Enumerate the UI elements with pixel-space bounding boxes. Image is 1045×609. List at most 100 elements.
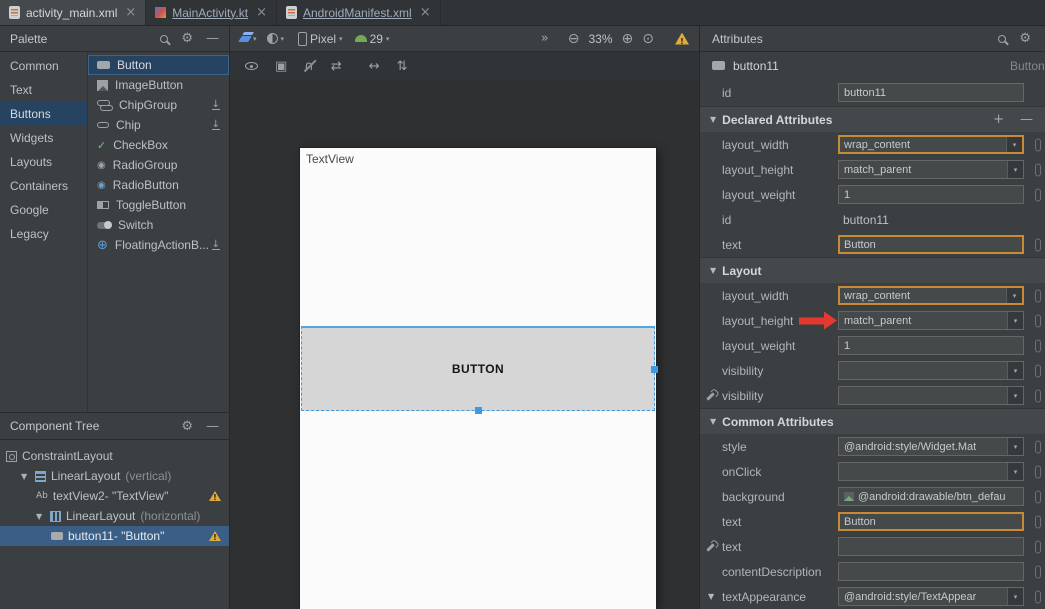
resize-handle-right[interactable] bbox=[651, 366, 658, 373]
tree-item-linearlayout[interactable]: ▼LinearLayout(horizontal) bbox=[0, 506, 229, 526]
palette-item-chip[interactable]: Chip↓ bbox=[88, 115, 229, 135]
palette-category-buttons[interactable]: Buttons bbox=[0, 102, 87, 126]
palette-item-togglebutton[interactable]: ToggleButton bbox=[88, 195, 229, 215]
palette-category-containers[interactable]: Containers bbox=[0, 174, 87, 198]
chevron-expanded-icon[interactable]: ▼ bbox=[21, 472, 30, 481]
horizontal-guideline-icon[interactable]: ↔ bbox=[369, 60, 380, 73]
editor-tab-mainactivity-kt[interactable]: MainActivity.kt× bbox=[146, 0, 277, 25]
vertical-guideline-icon[interactable]: ⇅ bbox=[397, 60, 408, 73]
attribute-field-layout-height[interactable]: match_parent▾ bbox=[838, 160, 1024, 179]
api-selector[interactable]: 29 ▾ bbox=[355, 32, 390, 46]
search-icon[interactable] bbox=[998, 35, 1006, 43]
chevron-expanded-icon[interactable]: ▼ bbox=[36, 512, 45, 521]
search-icon[interactable] bbox=[160, 35, 168, 43]
palette-category-text[interactable]: Text bbox=[0, 78, 87, 102]
id-field[interactable]: button11 bbox=[838, 83, 1024, 102]
combo-arrow-icon[interactable]: ▾ bbox=[1007, 588, 1023, 605]
view-options-icon[interactable] bbox=[245, 62, 258, 70]
resource-picker-icon[interactable] bbox=[1035, 515, 1041, 528]
gear-icon[interactable]: ⚙ bbox=[1019, 32, 1031, 45]
resource-picker-icon[interactable] bbox=[1035, 490, 1041, 503]
palette-item-checkbox[interactable]: ✓CheckBox bbox=[88, 135, 229, 155]
resource-picker-icon[interactable] bbox=[1035, 138, 1041, 151]
resource-picker-icon[interactable] bbox=[1035, 389, 1041, 402]
zoom-to-fit-icon[interactable]: ⊙ bbox=[642, 32, 654, 46]
palette-category-google[interactable]: Google bbox=[0, 198, 87, 222]
combo-arrow-icon[interactable]: ▾ bbox=[1006, 137, 1022, 152]
resize-handle-bottom[interactable] bbox=[475, 407, 482, 414]
attribute-field-layout-width[interactable]: wrap_content▾ bbox=[838, 286, 1024, 305]
tree-item-textview2-textview[interactable]: AbtextView2- "TextView" bbox=[0, 486, 229, 506]
tree-item-button11-button[interactable]: button11- "Button" bbox=[0, 526, 229, 546]
attribute-field-layout-weight[interactable]: 1 bbox=[838, 185, 1024, 204]
canvas-textview[interactable]: TextView bbox=[306, 152, 354, 166]
infer-constraints-icon[interactable]: ⇄ bbox=[331, 60, 342, 73]
palette-item-radiobutton[interactable]: ◉RadioButton bbox=[88, 175, 229, 195]
palette-category-widgets[interactable]: Widgets bbox=[0, 126, 87, 150]
combo-arrow-icon[interactable]: ▾ bbox=[1007, 438, 1023, 455]
resource-picker-icon[interactable] bbox=[1035, 465, 1041, 478]
editor-tab-activity-main-xml[interactable]: activity_main.xml× bbox=[0, 0, 146, 25]
attribute-field-background[interactable]: @android:drawable/btn_defau bbox=[838, 487, 1024, 506]
palette-item-chipgroup[interactable]: ChipGroup↓ bbox=[88, 95, 229, 115]
resource-picker-icon[interactable] bbox=[1035, 565, 1041, 578]
attribute-field-textappearance[interactable]: @android:style/TextAppear▾ bbox=[838, 587, 1024, 606]
resource-picker-icon[interactable] bbox=[1035, 339, 1041, 352]
attribute-field-text[interactable]: Button bbox=[838, 512, 1024, 531]
zoom-in-icon[interactable]: ⊕ bbox=[622, 32, 634, 46]
device-selector[interactable]: Pixel ▾ bbox=[298, 32, 343, 46]
attribute-field-onclick[interactable]: ▾ bbox=[838, 462, 1024, 481]
section-header-declared-attributes[interactable]: ▼Declared Attributes+— bbox=[700, 106, 1045, 132]
combo-arrow-icon[interactable]: ▾ bbox=[1006, 288, 1022, 303]
close-icon[interactable]: × bbox=[254, 6, 267, 19]
gear-icon[interactable]: ⚙ bbox=[181, 420, 193, 433]
resource-picker-icon[interactable] bbox=[1035, 314, 1041, 327]
palette-item-switch[interactable]: Switch bbox=[88, 215, 229, 235]
palette-item-button[interactable]: Button bbox=[88, 55, 229, 75]
attribute-field-layout-weight[interactable]: 1 bbox=[838, 336, 1024, 355]
resource-picker-icon[interactable] bbox=[1035, 540, 1041, 553]
combo-arrow-icon[interactable]: ▾ bbox=[1007, 387, 1023, 404]
attribute-field-text[interactable] bbox=[838, 537, 1024, 556]
close-icon[interactable]: × bbox=[418, 6, 431, 19]
expand-triangle-icon[interactable]: ▼ bbox=[708, 592, 714, 601]
palette-item-imagebutton[interactable]: ImageButton bbox=[88, 75, 229, 95]
section-header-common-attributes[interactable]: ▼Common Attributes bbox=[700, 408, 1045, 434]
minimize-icon[interactable]: — bbox=[206, 32, 219, 45]
remove-attribute-icon[interactable]: — bbox=[1020, 112, 1033, 127]
palette-category-common[interactable]: Common bbox=[0, 54, 87, 78]
attribute-field-layout-height[interactable]: match_parent▾ bbox=[838, 311, 1024, 330]
toolbar-overflow-icon[interactable]: » bbox=[541, 31, 549, 46]
resource-picker-icon[interactable] bbox=[1035, 188, 1041, 201]
minimize-icon[interactable]: — bbox=[206, 420, 219, 433]
combo-arrow-icon[interactable]: ▾ bbox=[1007, 362, 1023, 379]
editor-tab-androidmanifest-xml[interactable]: AndroidManifest.xml× bbox=[277, 0, 441, 25]
resource-picker-icon[interactable] bbox=[1035, 590, 1041, 603]
palette-item-radiogroup[interactable]: ◉RadioGroup bbox=[88, 155, 229, 175]
close-icon[interactable]: × bbox=[123, 6, 136, 19]
palette-item-floatingactionb[interactable]: ⊕FloatingActionB...↓ bbox=[88, 235, 229, 255]
gear-icon[interactable]: ⚙ bbox=[181, 32, 193, 45]
combo-arrow-icon[interactable]: ▾ bbox=[1007, 161, 1023, 178]
orientation-selector[interactable]: ▾ bbox=[267, 33, 285, 44]
palette-category-layouts[interactable]: Layouts bbox=[0, 150, 87, 174]
tree-item-constraintlayout[interactable]: ConstraintLayout bbox=[0, 446, 229, 466]
resource-picker-icon[interactable] bbox=[1035, 364, 1041, 377]
attribute-field-style[interactable]: @android:style/Widget.Mat▾ bbox=[838, 437, 1024, 456]
attribute-field-text[interactable]: Button bbox=[838, 235, 1024, 254]
magnet-off-icon[interactable]: ∩ bbox=[304, 59, 314, 73]
attribute-field-visibility[interactable]: ▾ bbox=[838, 386, 1024, 405]
combo-arrow-icon[interactable]: ▾ bbox=[1007, 463, 1023, 480]
combo-arrow-icon[interactable]: ▾ bbox=[1007, 312, 1023, 329]
attribute-field-visibility[interactable]: ▾ bbox=[838, 361, 1024, 380]
resource-picker-icon[interactable] bbox=[1035, 238, 1041, 251]
resource-picker-icon[interactable] bbox=[1035, 289, 1041, 302]
zoom-out-icon[interactable]: ⊖ bbox=[568, 32, 580, 46]
warning-icon[interactable] bbox=[675, 33, 689, 45]
section-header-layout[interactable]: ▼Layout bbox=[700, 257, 1045, 283]
design-surface-selector[interactable]: ▾ bbox=[240, 35, 257, 43]
add-attribute-icon[interactable]: + bbox=[993, 112, 1004, 127]
attribute-field-layout-width[interactable]: wrap_content▾ bbox=[838, 135, 1024, 154]
tree-item-linearlayout[interactable]: ▼LinearLayout(vertical) bbox=[0, 466, 229, 486]
blueprint-mode-icon[interactable]: ▣ bbox=[275, 60, 287, 73]
